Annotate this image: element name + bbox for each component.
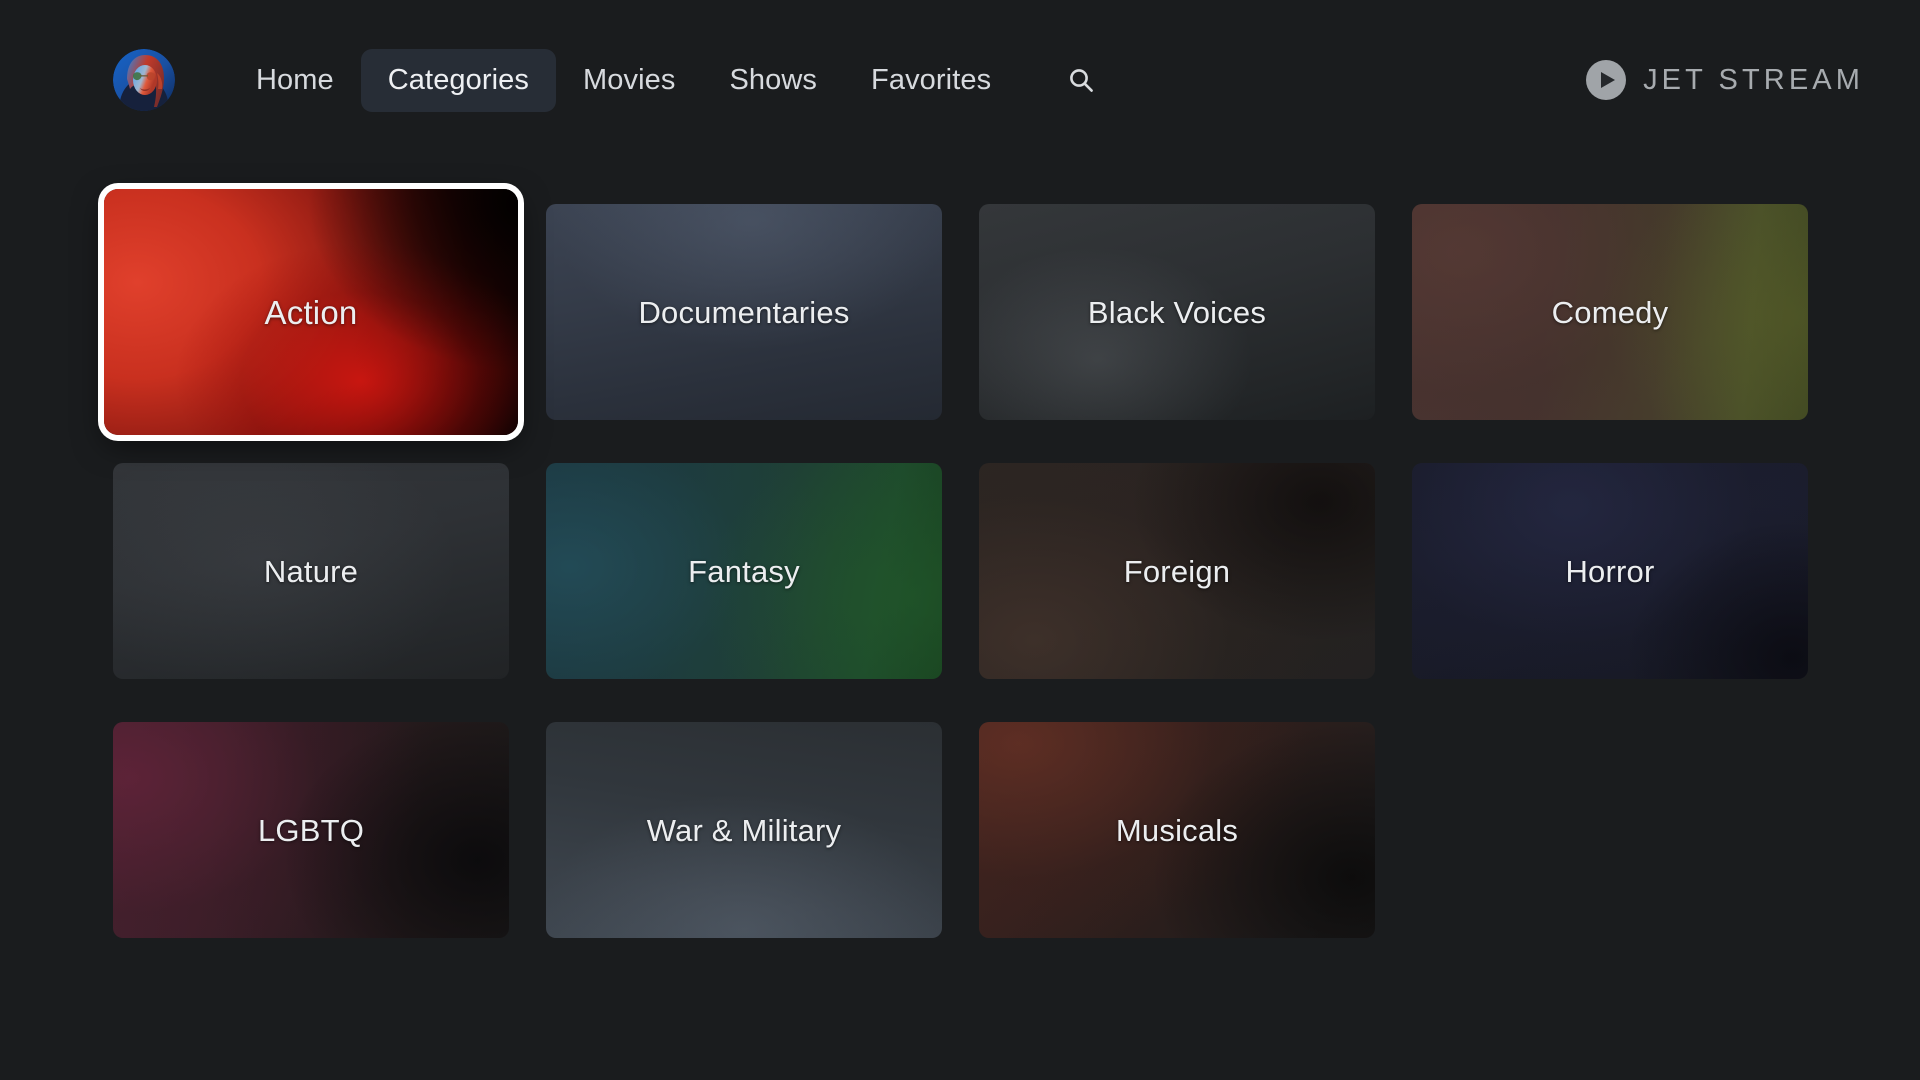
category-card-label: Documentaries — [638, 294, 850, 330]
search-icon — [1066, 65, 1096, 95]
category-card-label: Action — [264, 293, 358, 331]
category-card-label: LGBTQ — [257, 812, 365, 848]
avatar[interactable] — [113, 49, 175, 111]
category-card-label: Black Voices — [1087, 294, 1267, 330]
category-card-label: Comedy — [1551, 294, 1669, 330]
nav-items: Home Categories Movies Shows Favorites — [229, 48, 1112, 112]
nav-item-home[interactable]: Home — [229, 49, 361, 112]
category-card-label: Nature — [263, 553, 359, 589]
category-card-label: Horror — [1565, 553, 1655, 589]
category-card-war-military[interactable]: War & Military — [546, 722, 942, 938]
category-card-lgbtq[interactable]: LGBTQ — [113, 722, 509, 938]
category-grid: Action Documentaries Black Voices Comedy — [104, 189, 1808, 938]
nav-item-categories[interactable]: Categories — [360, 48, 557, 112]
category-card-comedy[interactable]: Comedy — [1412, 204, 1808, 420]
category-card-musicals[interactable]: Musicals — [979, 722, 1375, 938]
top-navigation-bar: Home Categories Movies Shows Favorites J… — [0, 0, 1920, 160]
category-card-black-voices[interactable]: Black Voices — [979, 204, 1375, 420]
category-card-label: Fantasy — [688, 553, 800, 589]
category-card-label: War & Military — [646, 812, 842, 848]
nav-left-group: Home Categories Movies Shows Favorites — [113, 48, 1112, 112]
brand-logo: JET STREAM — [1586, 60, 1864, 100]
category-card-documentaries[interactable]: Documentaries — [546, 204, 942, 420]
nav-item-shows[interactable]: Shows — [702, 49, 844, 112]
category-card-label: Musicals — [1115, 812, 1239, 848]
nav-item-favorites[interactable]: Favorites — [844, 49, 1018, 112]
play-circle-icon — [1586, 60, 1627, 100]
category-card-horror[interactable]: Horror — [1412, 463, 1808, 679]
category-card-nature[interactable]: Nature — [113, 463, 509, 679]
category-card-label: Foreign — [1123, 553, 1231, 589]
nav-item-movies[interactable]: Movies — [556, 49, 702, 112]
category-card-action[interactable]: Action — [104, 189, 518, 435]
search-button[interactable] — [1050, 53, 1112, 107]
brand-name: JET STREAM — [1643, 63, 1864, 96]
category-card-fantasy[interactable]: Fantasy — [546, 463, 942, 679]
category-card-foreign[interactable]: Foreign — [979, 463, 1375, 679]
